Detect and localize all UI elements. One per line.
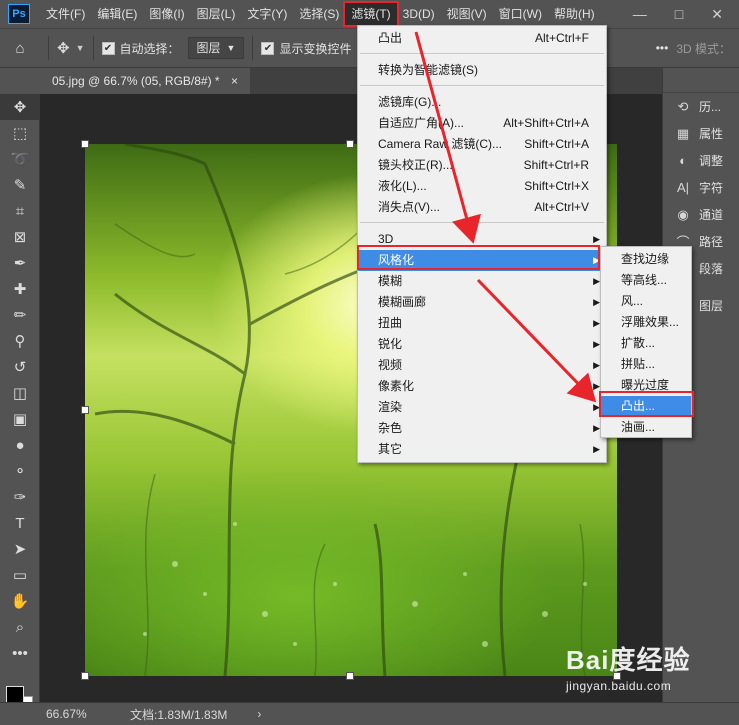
watermark-url: jingyan.baidu.com [566, 679, 672, 693]
watermark-brand: Bai度经验 [566, 645, 691, 675]
annotation-arrows [414, 31, 597, 403]
annotation-arrow-to-stylize [414, 31, 481, 244]
baidu-watermark: Bai度经验 jingyan.baidu.com [566, 640, 726, 700]
annotation-arrow-to-extrude [476, 278, 597, 403]
